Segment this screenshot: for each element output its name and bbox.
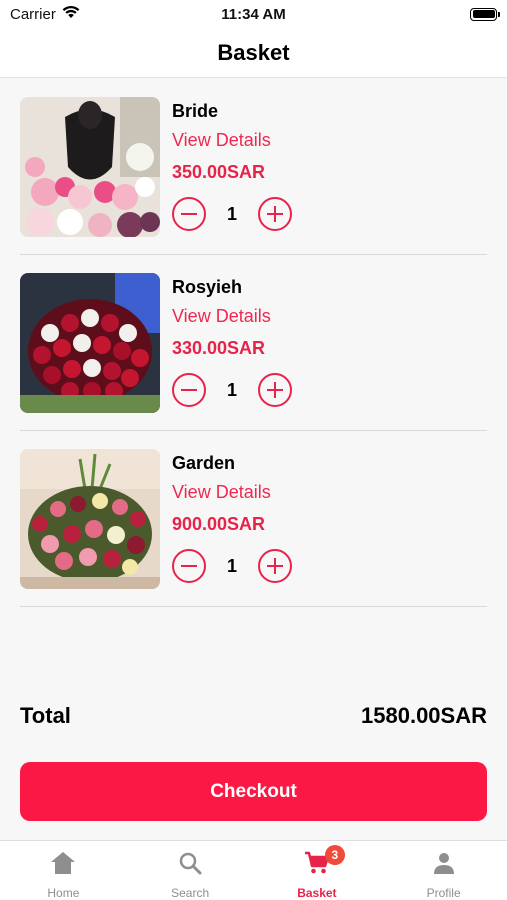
wifi-icon — [62, 5, 80, 23]
tab-label: Home — [47, 886, 80, 900]
cart-count-badge: 3 — [324, 845, 345, 865]
tab-label: Search — [171, 886, 210, 900]
quantity-value: 1 — [226, 555, 237, 576]
tab-label: Profile — [426, 886, 461, 900]
increase-quantity-button[interactable] — [258, 549, 292, 583]
total-row: Total 1580.00SAR — [20, 703, 487, 729]
battery-icon — [470, 7, 500, 21]
item-name: Rosyieh — [172, 277, 243, 297]
tab-search[interactable]: Search — [127, 841, 254, 900]
basket-item: Rosyieh View Details 330.00SAR 1 — [20, 255, 487, 431]
view-details-link[interactable]: View Details — [172, 482, 271, 503]
tab-profile[interactable]: Profile — [380, 841, 507, 900]
checkout-button[interactable]: Checkout — [20, 762, 487, 821]
home-icon — [50, 851, 76, 880]
tab-label: Basket — [297, 886, 337, 900]
basket-item: Bride View Details 350.00SAR 1 — [20, 79, 487, 255]
minus-icon — [181, 564, 197, 568]
increase-quantity-button[interactable] — [258, 373, 292, 407]
basket-list: Bride View Details 350.00SAR 1 Rosyieh V… — [20, 79, 487, 607]
tab-bar: Home Search 3 Basket Profile — [0, 840, 507, 900]
quantity-value: 1 — [226, 379, 237, 400]
minus-icon — [181, 388, 197, 392]
item-price: 900.00SAR — [172, 514, 266, 534]
tab-basket[interactable]: 3 Basket — [254, 841, 381, 900]
minus-icon — [181, 212, 197, 216]
view-details-link[interactable]: View Details — [172, 306, 271, 327]
view-details-link[interactable]: View Details — [172, 130, 271, 151]
quantity-stepper: 1 — [172, 549, 292, 583]
total-value: 1580.00SAR — [361, 703, 487, 728]
status-left: Carrier — [10, 5, 80, 23]
item-name: Garden — [172, 453, 236, 473]
nav-bar: Basket — [0, 28, 507, 78]
increase-quantity-button[interactable] — [258, 197, 292, 231]
quantity-value: 1 — [226, 203, 237, 224]
decrease-quantity-button[interactable] — [172, 373, 206, 407]
quantity-stepper: 1 — [172, 373, 292, 407]
person-icon — [432, 851, 456, 880]
product-image[interactable] — [20, 449, 160, 589]
decrease-quantity-button[interactable] — [172, 549, 206, 583]
product-image[interactable] — [20, 97, 160, 237]
product-image[interactable] — [20, 273, 160, 413]
search-icon — [178, 851, 202, 880]
tab-home[interactable]: Home — [0, 841, 127, 900]
decrease-quantity-button[interactable] — [172, 197, 206, 231]
carrier-label: Carrier — [10, 5, 56, 23]
basket-item: Garden View Details 900.00SAR 1 — [20, 431, 487, 607]
item-price: 350.00SAR — [172, 162, 266, 182]
quantity-stepper: 1 — [172, 197, 292, 231]
item-name: Bride — [172, 101, 219, 121]
total-label: Total — [20, 703, 71, 728]
page-title: Basket — [217, 39, 290, 65]
item-price: 330.00SAR — [172, 338, 266, 358]
status-bar: Carrier 11:34 AM — [0, 0, 507, 28]
